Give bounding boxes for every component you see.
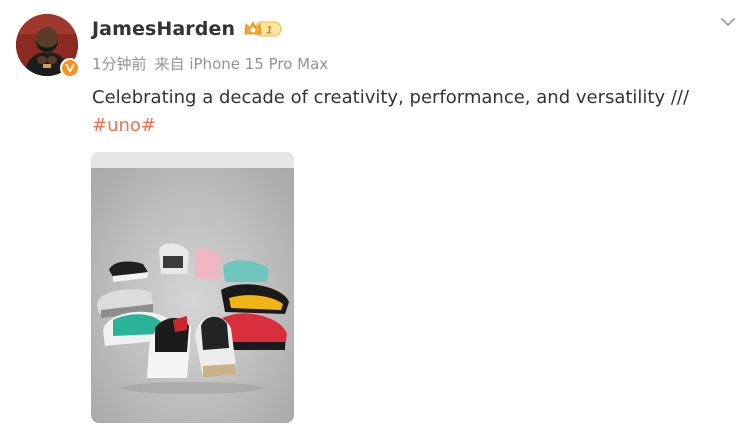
- post-text: Celebrating a decade of creativity, perf…: [92, 87, 690, 108]
- vip-crown-icon[interactable]: 1: [243, 19, 283, 39]
- source-prefix: 来自: [154, 55, 185, 73]
- post-time[interactable]: 1分钟前: [92, 53, 147, 74]
- post-header: JamesHarden 1: [92, 18, 283, 40]
- vip-level: 1: [266, 25, 272, 37]
- hashtag-link[interactable]: #uno#: [92, 114, 156, 138]
- weibo-post: JamesHarden 1 1分钟前 来自 iPhone 15 Pro Max …: [0, 0, 750, 436]
- source-device: iPhone 15 Pro Max: [189, 55, 329, 73]
- verified-icon: [60, 58, 80, 78]
- username[interactable]: JamesHarden: [92, 18, 235, 40]
- sneakers-photo[interactable]: [91, 152, 294, 423]
- post-source: 来自 iPhone 15 Pro Max: [155, 53, 329, 74]
- post-meta: 1分钟前 来自 iPhone 15 Pro Max: [92, 53, 328, 74]
- avatar-wrapper[interactable]: [16, 14, 80, 78]
- chevron-down-icon[interactable]: [720, 14, 736, 30]
